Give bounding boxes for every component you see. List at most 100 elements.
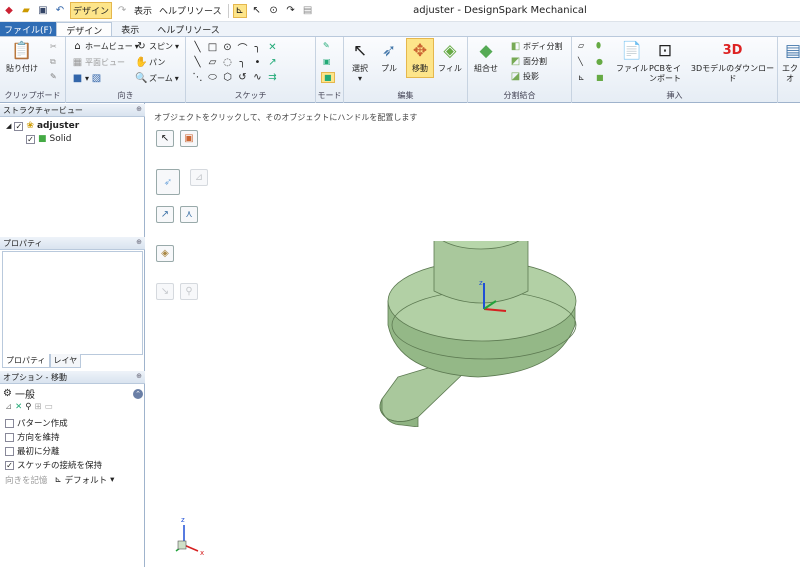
pattern-checkbox[interactable] (5, 418, 14, 428)
insert-file-button[interactable]: 📄 ファイル (616, 40, 648, 74)
split-body-button[interactable]: ◧ ボディ分割 (510, 41, 563, 52)
anchor-icon[interactable]: ⊿ (5, 402, 12, 412)
complete-button[interactable]: ↘ (156, 283, 174, 300)
along-trajectory-button[interactable]: ↗ (156, 206, 174, 223)
pin-icon[interactable]: ⊕ (136, 238, 142, 248)
view-menu-button[interactable]: 表示 (132, 3, 154, 18)
tab-properties[interactable]: プロパティ (2, 354, 50, 368)
project-button[interactable]: ◪ 投影 (510, 71, 539, 82)
home-view-button[interactable]: ⌂ ホームビュー ▾ (72, 41, 138, 52)
ruler-icon[interactable]: ✕ (15, 402, 22, 412)
anchor-button[interactable]: ⊿ (190, 169, 208, 186)
point-icon[interactable]: • (250, 55, 265, 70)
offset-icon[interactable]: ⇉ (265, 70, 280, 85)
default-value[interactable]: デフォルト (65, 474, 108, 486)
sphere-icon[interactable]: ● (596, 57, 603, 66)
pcb-import-button[interactable]: ⊡ PCBをインポート (646, 40, 684, 84)
design-canvas[interactable]: オブジェクトをクリックして、そのオブジェクトにハンドルを配置します ↖ ▣ ➶ … (146, 103, 800, 567)
redo-icon[interactable]: ↷ (115, 4, 129, 18)
select-body-button[interactable]: ▣ (180, 130, 198, 147)
option-maintain-sketch[interactable]: ✓ スケッチの接続を保持 (5, 459, 102, 471)
arc-icon[interactable]: ⌒ (235, 40, 250, 55)
grid-icon[interactable]: ⊞ (34, 402, 41, 412)
tab-file[interactable]: ファイル(F) (0, 22, 57, 36)
circle-icon[interactable]: ⊙ (220, 40, 235, 55)
up-to-button[interactable]: ➶ (156, 169, 180, 195)
collapse-icon[interactable]: ◢ (6, 122, 11, 130)
trim-icon[interactable]: ✕ (265, 40, 280, 55)
tree-item-root[interactable]: ◢ ✓ ❀ adjuster (6, 121, 79, 131)
circle-icon[interactable]: ⊙ (267, 4, 281, 18)
collapse-section-icon[interactable]: ⌃ (133, 388, 143, 399)
model-3d[interactable]: z (362, 241, 592, 427)
cylinder-icon[interactable]: ⬮ (596, 41, 601, 51)
polygon-icon[interactable]: ⬡ (220, 70, 235, 85)
tab-help[interactable]: ヘルプリソース (148, 22, 229, 36)
option-pattern[interactable]: パターン作成 (5, 417, 68, 429)
create-pattern-button[interactable]: ◈ (156, 245, 174, 262)
tangent-arc-icon[interactable]: ╮ (250, 40, 265, 55)
tab-layers[interactable]: レイヤ (49, 354, 82, 368)
option-detach-first[interactable]: 最初に分離 (5, 445, 60, 457)
pin-icon[interactable]: ⊕ (136, 105, 142, 115)
zoom-button[interactable]: 🔍 ズーム ▾ (135, 73, 179, 84)
section-mode-icon[interactable]: ▣ (323, 57, 331, 66)
arc-icon[interactable]: ↷ (284, 4, 298, 18)
option-keep-orientation[interactable]: 方向を維持 (5, 431, 60, 443)
sweep-arc-icon[interactable]: ╮ (235, 55, 250, 70)
three-point-arc-icon[interactable]: ↺ (235, 70, 250, 85)
save-icon[interactable]: ▣ (36, 4, 50, 18)
split-face-button[interactable]: ◩ 面分割 (510, 56, 547, 67)
detach-first-checkbox[interactable] (5, 446, 14, 456)
tree-item-solid[interactable]: ✓ ■ Solid (26, 134, 71, 144)
visibility-checkbox[interactable]: ✓ (26, 134, 35, 144)
help-menu-button[interactable]: ヘルプリソース (157, 3, 224, 18)
pull-button[interactable]: ➶ プル (378, 40, 400, 74)
ruler-icon[interactable]: ▤ (301, 4, 315, 18)
spline-icon[interactable]: ∿ (250, 70, 265, 85)
origin-icon[interactable]: ⊾ (578, 73, 585, 82)
tangent-line-icon[interactable]: ╲ (190, 55, 205, 70)
chevron-down-icon[interactable]: ▾ (110, 475, 114, 485)
app-icon[interactable]: ◆ (2, 4, 16, 18)
rectangle-icon[interactable]: □ (205, 40, 220, 55)
three-point-rect-icon[interactable]: ▱ (205, 55, 220, 70)
format-icon[interactable]: ✎ (50, 72, 57, 81)
plane-icon[interactable]: ▱ (578, 41, 584, 50)
option-ruler-orientation[interactable]: 向きを記憶 ⊾ デフォルト ▾ (5, 474, 114, 486)
box-icon[interactable]: ■ (596, 73, 604, 82)
sketch-mode-icon[interactable]: ⊾ (232, 3, 247, 18)
combine-button[interactable]: ◆ 組合せ (474, 40, 498, 74)
visibility-checkbox[interactable]: ✓ (14, 121, 24, 131)
select-tool-button[interactable]: ↖ (156, 130, 174, 147)
line-icon[interactable]: ╲ (190, 40, 205, 55)
tab-design[interactable]: デザイン (56, 22, 113, 37)
mode-design-button[interactable]: デザイン (70, 2, 113, 19)
pin-handle-icon[interactable]: ⚲ (25, 402, 31, 412)
3d-download-button[interactable]: 3D 3Dモデルのダウンロード (688, 40, 777, 84)
undo-icon[interactable]: ↶ (53, 4, 67, 18)
pan-button[interactable]: ✋ パン (135, 57, 165, 68)
sketch-mode-icon[interactable]: ✎ (323, 41, 330, 50)
fill-button[interactable]: ◈ フィル (438, 40, 462, 74)
plan-view-button[interactable]: ▦ 平面ビュー (72, 57, 125, 68)
move-button[interactable]: ✥ 移動 (406, 38, 434, 78)
export-button[interactable]: ▤ エク オ (782, 40, 800, 84)
paste-button[interactable]: 📋 貼り付け (6, 40, 38, 74)
spin-button[interactable]: ↻ スピン ▾ (136, 41, 179, 52)
ellipse-icon[interactable]: ⬭ (205, 70, 220, 85)
fillet-icon[interactable]: ↗ (265, 55, 280, 70)
select-icon[interactable]: ↖ (250, 4, 264, 18)
cut-icon[interactable]: ✂ (50, 42, 57, 51)
dimension-icon[interactable]: ▭ (45, 402, 53, 412)
keep-orientation-checkbox[interactable] (5, 432, 14, 442)
maintain-sketch-checkbox[interactable]: ✓ (5, 460, 14, 470)
options-section-general[interactable]: ⚙ 一般 ⌃ (3, 386, 143, 401)
select-button[interactable]: ↖ 選択 ▾ (349, 40, 371, 84)
three-point-circle-icon[interactable]: ◌ (220, 55, 235, 70)
tab-view[interactable]: 表示 (112, 22, 148, 36)
3d-mode-icon[interactable]: ■ (321, 72, 335, 83)
cancel-button[interactable]: ⚲ (180, 283, 198, 300)
view-cube-button[interactable]: ■ ▾ ▧ (72, 73, 102, 84)
pivot-button[interactable]: ⋏ (180, 206, 198, 223)
